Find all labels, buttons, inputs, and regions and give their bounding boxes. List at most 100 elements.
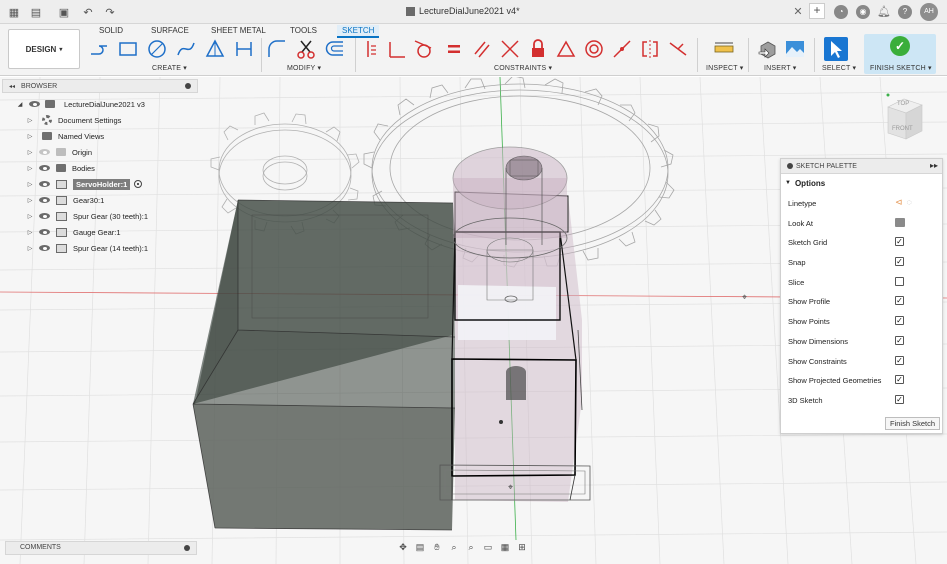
- equal-constraint-icon[interactable]: [443, 38, 465, 60]
- browser-header[interactable]: ◂◂ BROWSER: [2, 79, 198, 93]
- finish-sketch-button[interactable]: Finish Sketch: [885, 417, 940, 430]
- pan-hand-icon[interactable]: ✋︎: [430, 541, 444, 553]
- line-tool-icon[interactable]: [88, 38, 110, 60]
- panel-pin-icon[interactable]: [185, 83, 191, 89]
- mirror-tool-icon[interactable]: [233, 38, 255, 60]
- tab-sheet-metal[interactable]: SHEET METAL: [206, 25, 271, 36]
- finish-sketch-menu[interactable]: FINISH SKETCH ▾: [870, 64, 932, 72]
- collapse-panel-icon[interactable]: ◂◂: [9, 83, 15, 90]
- show-projected-geometries-checkbox[interactable]: ✓: [895, 375, 904, 384]
- fillet-tool-icon[interactable]: [266, 38, 288, 60]
- visibility-eye-icon[interactable]: [39, 148, 50, 156]
- expand-caret-icon[interactable]: ▷: [26, 149, 34, 156]
- activate-component-radio[interactable]: [134, 180, 143, 188]
- grid-settings-icon[interactable]: ▦: [498, 541, 512, 553]
- slice-checkbox[interactable]: [895, 277, 904, 286]
- expand-caret-icon[interactable]: ▷: [26, 181, 34, 188]
- show-profile-checkbox[interactable]: ✓: [895, 296, 904, 305]
- trim-scissors-icon[interactable]: [295, 38, 317, 60]
- workspace-dropdown[interactable]: DESIGN ▾: [8, 29, 80, 69]
- file-menu-icon[interactable]: ▤: [28, 4, 44, 20]
- expand-caret-icon[interactable]: ▷: [26, 133, 34, 140]
- expand-panel-icon[interactable]: ▸▸: [930, 161, 938, 170]
- expand-caret-icon[interactable]: ▷: [26, 165, 34, 172]
- collapse-caret-icon[interactable]: ▼: [785, 180, 791, 186]
- comments-panel[interactable]: COMMENTS: [5, 541, 197, 555]
- visibility-eye-icon[interactable]: [39, 180, 50, 188]
- look-at-icon[interactable]: [895, 218, 905, 227]
- tree-item[interactable]: ▷ Origin: [26, 145, 92, 159]
- sketch-palette-header[interactable]: SKETCH PALETTE ▸▸: [781, 159, 942, 174]
- expand-caret-icon[interactable]: ▷: [26, 245, 34, 252]
- redo-icon[interactable]: ↷: [102, 4, 118, 20]
- undo-icon[interactable]: ↶: [80, 4, 96, 20]
- show-constraints-checkbox[interactable]: ✓: [895, 356, 904, 365]
- perpendicular-constraint-icon[interactable]: [499, 38, 521, 60]
- orbit-icon[interactable]: ✥: [396, 541, 410, 553]
- tree-item[interactable]: ▷ Named Views: [26, 129, 104, 143]
- 3d-sketch-checkbox[interactable]: ✓: [895, 395, 904, 404]
- panel-pin-icon[interactable]: [787, 163, 793, 169]
- viewports-icon[interactable]: ⊞: [515, 541, 529, 553]
- rectangle-tool-icon[interactable]: [117, 38, 139, 60]
- visibility-eye-icon[interactable]: [39, 212, 50, 220]
- visibility-eye-icon[interactable]: [39, 228, 50, 236]
- fix-lock-icon[interactable]: [527, 38, 549, 60]
- extensions-icon[interactable]: ◔: [834, 5, 848, 19]
- arc-tool-icon[interactable]: [175, 38, 197, 60]
- inspect-menu[interactable]: INSPECT ▾: [706, 64, 743, 72]
- look-at-icon[interactable]: ▤: [413, 541, 427, 553]
- snap-checkbox[interactable]: ✓: [895, 257, 904, 266]
- display-settings-icon[interactable]: ▭: [481, 541, 495, 553]
- measure-ruler-icon[interactable]: [713, 38, 735, 60]
- expand-caret-icon[interactable]: ▷: [26, 229, 34, 236]
- visibility-eye-icon[interactable]: [39, 164, 50, 172]
- app-grid-icon[interactable]: ▦: [6, 4, 22, 20]
- sketch-grid-checkbox[interactable]: ✓: [895, 237, 904, 246]
- visibility-eye-icon[interactable]: [39, 244, 50, 252]
- insert-derive-icon[interactable]: [757, 38, 779, 60]
- tree-root[interactable]: ◢ LectureDialJune2021 v3: [16, 97, 145, 111]
- zoom-window-icon[interactable]: ⌕: [464, 541, 478, 553]
- tree-item[interactable]: ▷ Gauge Gear:1: [26, 225, 121, 239]
- tab-sketch[interactable]: SKETCH: [337, 25, 380, 38]
- zoom-icon[interactable]: ⌕: [447, 541, 461, 553]
- tree-item[interactable]: ▷ Gear30:1: [26, 193, 104, 207]
- tab-tools[interactable]: TOOLS: [285, 25, 322, 36]
- job-status-icon[interactable]: ◉: [856, 5, 870, 19]
- view-cube-top-label[interactable]: TOP: [897, 101, 909, 107]
- user-avatar[interactable]: AH: [920, 3, 938, 21]
- tree-item[interactable]: ▷ Bodies: [26, 161, 95, 175]
- concentric-constraint-icon[interactable]: [583, 38, 605, 60]
- tangent-constraint-icon[interactable]: [412, 38, 434, 60]
- midpoint-constraint-icon[interactable]: [555, 38, 577, 60]
- options-section-header[interactable]: ▼ Options: [781, 174, 942, 192]
- select-cursor-icon[interactable]: [824, 37, 848, 61]
- polygon-tool-icon[interactable]: [204, 38, 226, 60]
- show-points-checkbox[interactable]: ✓: [895, 316, 904, 325]
- document-tab[interactable]: LectureDialJune2021 v4*: [406, 6, 520, 16]
- insert-canvas-image-icon[interactable]: [784, 38, 806, 60]
- parallel-constraint-icon[interactable]: [471, 38, 493, 60]
- tab-solid[interactable]: SOLID: [94, 25, 128, 36]
- notifications-icon[interactable]: 🔔︎: [877, 5, 891, 19]
- circle-tool-icon[interactable]: [146, 38, 168, 60]
- expand-caret-icon[interactable]: ▷: [26, 117, 34, 124]
- tree-item[interactable]: ▷ Spur Gear (14 teeth):1: [26, 241, 148, 255]
- visibility-eye-icon[interactable]: [39, 196, 50, 204]
- save-icon[interactable]: ▣: [56, 4, 72, 20]
- expand-caret-icon[interactable]: ▷: [26, 213, 34, 220]
- close-tab-icon[interactable]: ✕: [791, 5, 805, 19]
- new-tab-button[interactable]: +: [809, 3, 825, 19]
- servo-holder-body[interactable]: [192, 199, 456, 531]
- construction-linetype-icon[interactable]: ⊲: [895, 197, 903, 208]
- tab-surface[interactable]: SURFACE: [146, 25, 194, 36]
- centerline-linetype-icon[interactable]: ◌: [907, 197, 912, 208]
- curvature-constraint-icon[interactable]: [667, 38, 689, 60]
- visibility-eye-icon[interactable]: [29, 100, 40, 108]
- tree-item[interactable]: ▷ Spur Gear (30 teeth):1: [26, 209, 148, 223]
- tree-item[interactable]: ▷ Document Settings: [26, 113, 121, 127]
- help-icon[interactable]: ?: [898, 5, 912, 19]
- comments-add-icon[interactable]: [184, 545, 190, 551]
- coincident-constraint-icon[interactable]: [386, 38, 408, 60]
